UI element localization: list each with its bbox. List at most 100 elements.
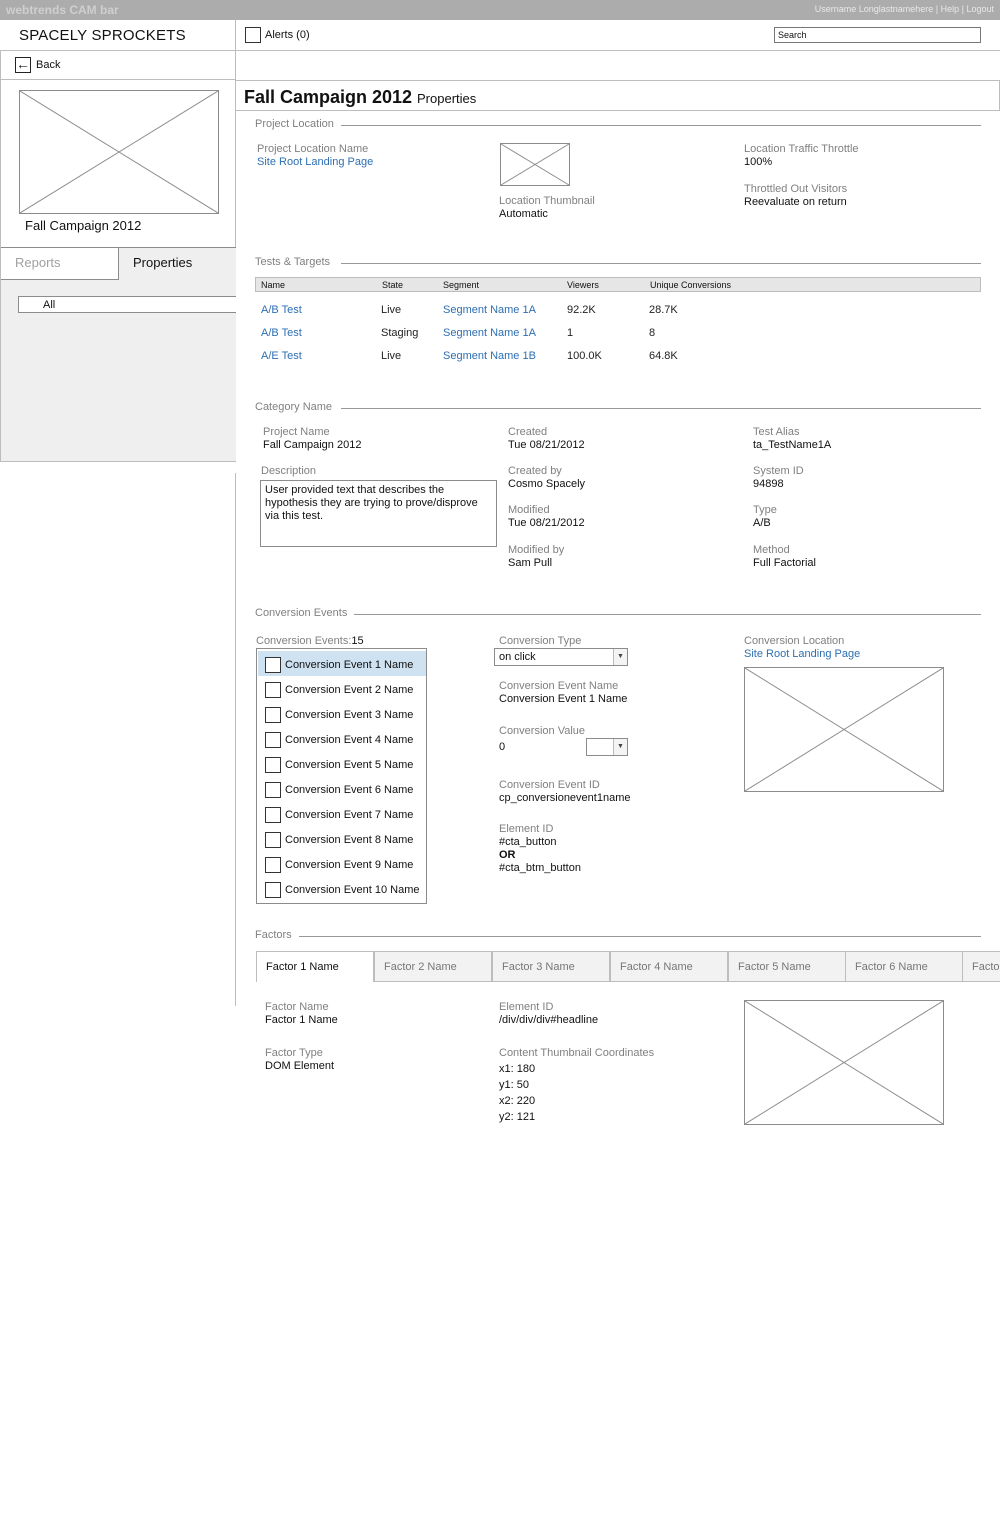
list-item[interactable]: Conversion Event 2 Name (258, 676, 426, 701)
event-label: Conversion Event 2 Name (285, 684, 414, 696)
list-item[interactable]: Conversion Event 9 Name (258, 851, 426, 876)
list-item[interactable]: Conversion Event 5 Name (258, 751, 426, 776)
system-id-value: 94898 (753, 478, 784, 490)
segment-link[interactable]: Segment Name 1B (443, 350, 536, 362)
list-item[interactable]: Conversion Event 4 Name (258, 726, 426, 751)
tab-baseline (374, 981, 1000, 982)
filter-field[interactable]: All (18, 296, 236, 313)
tab-reports[interactable]: Reports (1, 248, 119, 280)
project-name-value: Fall Campaign 2012 (263, 439, 362, 451)
tab-factor-7[interactable]: Facto (962, 951, 1000, 982)
description-textarea[interactable]: User provided text that describes the hy… (260, 480, 497, 547)
coord-x1: x1: 180 (499, 1063, 536, 1075)
event-checkbox[interactable] (265, 732, 281, 748)
test-name-link[interactable]: A/B Test (261, 304, 302, 316)
test-name-link[interactable]: A/B Test (261, 327, 302, 339)
tab-properties[interactable]: Properties (119, 248, 236, 280)
list-item[interactable]: Conversion Event 6 Name (258, 776, 426, 801)
tab-factor-1[interactable]: Factor 1 Name (256, 951, 374, 982)
event-label: Conversion Event 10 Name (285, 884, 420, 896)
list-item[interactable]: Conversion Event 3 Name (258, 701, 426, 726)
app-logo[interactable]: SPACELY SPROCKETS (19, 27, 186, 44)
page-title-bar: Fall Campaign 2012 Properties (236, 80, 1000, 111)
conversion-type-select[interactable]: on click ▼ (494, 648, 628, 666)
column-header[interactable]: Unique Conversions (650, 280, 731, 290)
coord-x2: x2: 220 (499, 1095, 536, 1107)
cam-bar: webtrends CAM bar Username Longlastnameh… (0, 0, 1000, 20)
tab-factor-3[interactable]: Factor 3 Name (492, 951, 610, 982)
back-label: Back (36, 59, 61, 71)
unique-conversions: 8 (649, 327, 656, 339)
event-checkbox[interactable] (265, 882, 281, 898)
test-state: Live (381, 304, 402, 316)
unique-conversions: 64.8K (649, 350, 678, 362)
column-header[interactable]: Segment (443, 280, 479, 290)
alias-label: Test Alias (753, 426, 800, 438)
tab-factor-2[interactable]: Factor 2 Name (374, 951, 492, 982)
tab-factor-6[interactable]: Factor 6 Name (845, 951, 963, 982)
search-input[interactable] (774, 27, 981, 43)
section-heading: Tests & Targets (255, 256, 337, 268)
alerts-label[interactable]: Alerts (0) (265, 29, 310, 41)
event-label: Conversion Event 1 Name (285, 659, 414, 671)
location-name-label: Project Location Name (257, 143, 369, 155)
list-item[interactable]: Conversion Event 8 Name (258, 826, 426, 851)
chevron-down-icon[interactable]: ▼ (613, 649, 627, 665)
header-divider (235, 20, 236, 51)
user-links[interactable]: Username Longlastnamehere | Help | Logou… (815, 4, 994, 14)
event-checkbox[interactable] (265, 857, 281, 873)
segment-link[interactable]: Segment Name 1A (443, 327, 536, 339)
factor-type-label: Factor Type (265, 1047, 323, 1059)
system-id-label: System ID (753, 465, 804, 477)
column-header[interactable]: Name (261, 280, 285, 290)
section-tests-targets: Tests & Targets (255, 256, 981, 270)
viewers: 92.2K (567, 304, 596, 316)
created-by-value: Cosmo Spacely (508, 478, 586, 490)
event-label: Conversion Event 5 Name (285, 759, 414, 771)
section-factors: Factors (255, 929, 981, 943)
project-name-label: Project Name (263, 426, 330, 438)
event-checkbox[interactable] (265, 807, 281, 823)
list-item[interactable]: Conversion Event 1 Name (258, 651, 426, 676)
column-header[interactable]: State (382, 280, 403, 290)
event-checkbox[interactable] (265, 832, 281, 848)
description-label: Description (261, 465, 317, 477)
viewers: 100.0K (567, 350, 602, 362)
test-name-link[interactable]: A/E Test (261, 350, 302, 362)
conversion-location-link[interactable]: Site Root Landing Page (744, 648, 860, 660)
left-tab-panel: Reports Properties All (1, 247, 236, 461)
conversion-count-label: Conversion Events: (256, 635, 352, 647)
created-by-label: Created by (508, 465, 562, 477)
factor-name-value: Factor 1 Name (265, 1014, 338, 1026)
conversion-value-label: Conversion Value (499, 725, 586, 737)
list-item[interactable]: Conversion Event 7 Name (258, 801, 426, 826)
type-value: A/B (753, 517, 771, 529)
test-state: Staging (381, 327, 419, 339)
event-checkbox[interactable] (265, 782, 281, 798)
created-label: Created (508, 426, 548, 438)
event-checkbox[interactable] (265, 657, 281, 673)
modified-by-label: Modified by (508, 544, 565, 556)
event-checkbox[interactable] (265, 757, 281, 773)
page-subtitle: Properties (417, 91, 477, 106)
app-header: SPACELY SPROCKETS Alerts (0) (0, 20, 1000, 51)
conversion-type-label: Conversion Type (499, 635, 582, 647)
conversion-count-value: 15 (351, 635, 364, 647)
event-checkbox[interactable] (265, 707, 281, 723)
back-button[interactable]: ← Back (1, 51, 236, 80)
segment-link[interactable]: Segment Name 1A (443, 304, 536, 316)
event-label: Conversion Event 8 Name (285, 834, 414, 846)
column-header[interactable]: Viewers (567, 280, 599, 290)
event-label: Conversion Event 7 Name (285, 809, 414, 821)
conversion-events-list: Conversion Event 1 Name Conversion Event… (256, 648, 427, 904)
chevron-down-icon[interactable]: ▼ (613, 739, 627, 755)
conversion-value-select[interactable]: ▼ (586, 738, 628, 756)
event-checkbox[interactable] (265, 682, 281, 698)
location-name-link[interactable]: Site Root Landing Page (257, 156, 373, 168)
tab-factor-5[interactable]: Factor 5 Name (728, 951, 846, 982)
list-item[interactable]: Conversion Event 10 Name (258, 876, 426, 901)
viewers: 1 (567, 327, 574, 339)
alerts-checkbox[interactable] (245, 27, 261, 43)
test-state: Live (381, 350, 402, 362)
tab-factor-4[interactable]: Factor 4 Name (610, 951, 728, 982)
